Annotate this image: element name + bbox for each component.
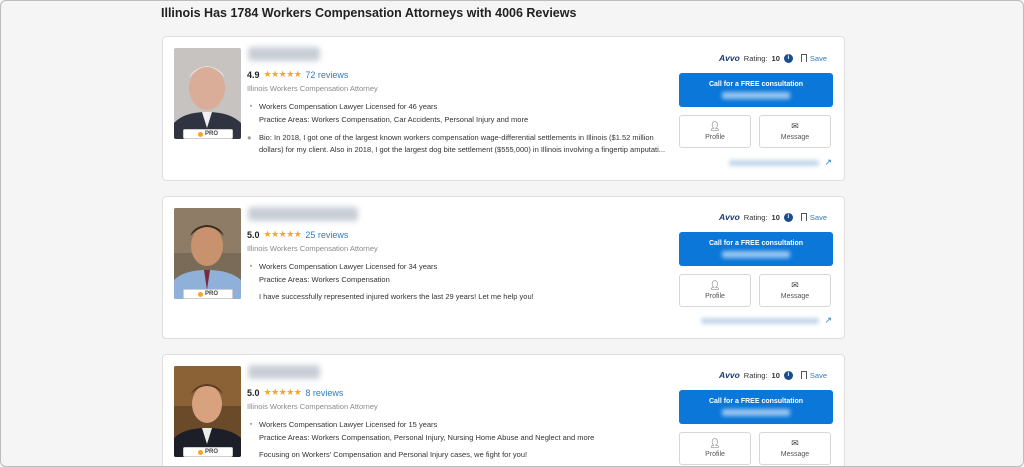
attorney-subtitle: Illinois Workers Compensation Attorney xyxy=(247,244,378,253)
rating-value: 5.0 xyxy=(247,229,260,240)
profile-button[interactable]: 👤︎ Profile xyxy=(679,115,751,148)
bookmark-icon xyxy=(800,371,807,379)
message-button[interactable]: ✉ Message xyxy=(759,274,831,307)
pro-badge: PRO xyxy=(183,447,233,457)
reviews-link[interactable]: 25 reviews xyxy=(305,230,348,240)
avvo-rating-row: Avvo Rating: 10 i Save xyxy=(718,53,827,63)
attorney-card: PRO 5.0 ★★★★★ 25 reviews Illinois Worker… xyxy=(162,196,845,339)
avvo-rating-row: Avvo Rating: 10 i Save xyxy=(718,212,827,222)
bio-text: I have successfully represented injured … xyxy=(259,292,534,301)
pro-badge: PRO xyxy=(183,289,233,299)
info-icon[interactable]: i xyxy=(783,212,793,222)
phone-number-blurred xyxy=(722,92,790,99)
website-link[interactable]: ↗ xyxy=(729,157,832,168)
avvo-rating-row: Avvo Rating: 10 i Save xyxy=(718,370,827,380)
briefcase-icon: ▪ xyxy=(249,103,253,110)
info-icon[interactable]: i xyxy=(783,53,793,63)
envelope-icon: ✉ xyxy=(791,438,799,448)
attorney-photo[interactable] xyxy=(174,366,241,457)
attorney-name-blurred[interactable] xyxy=(248,47,320,61)
avvo-logo: Avvo xyxy=(718,212,740,222)
briefcase-icon: ▪ xyxy=(249,421,253,428)
phone-number-blurred xyxy=(722,409,790,416)
envelope-icon: ✉ xyxy=(791,280,799,290)
rating-row: 5.0 ★★★★★ 25 reviews xyxy=(247,229,348,240)
bookmark-icon xyxy=(800,54,807,62)
free-consultation-button[interactable]: Call for a FREE consultation xyxy=(679,232,833,266)
avvo-rating-value: 10 xyxy=(771,370,780,380)
attorney-photo[interactable] xyxy=(174,48,241,139)
external-link-icon[interactable]: ↗ xyxy=(824,157,832,168)
rating-row: 5.0 ★★★★★ 8 reviews xyxy=(247,387,343,398)
attorney-name-blurred[interactable] xyxy=(248,207,358,221)
profile-button[interactable]: 👤︎ Profile xyxy=(679,274,751,307)
avvo-logo: Avvo xyxy=(718,370,740,380)
avvo-rating-value: 10 xyxy=(771,212,780,222)
attorney-card: PRO 4.9 ★★★★★ 72 reviews Illinois Worker… xyxy=(162,36,845,181)
save-button[interactable]: Save xyxy=(800,213,827,222)
free-consultation-button[interactable]: Call for a FREE consultation xyxy=(679,390,833,424)
envelope-icon: ✉ xyxy=(791,121,799,131)
rating-row: 4.9 ★★★★★ 72 reviews xyxy=(247,69,348,80)
attorney-card: PRO 5.0 ★★★★★ 8 reviews Illinois Workers… xyxy=(162,354,845,466)
licensed-line: ▪ Workers Compensation Lawyer Licensed f… xyxy=(247,420,438,429)
licensed-line: ▪ Workers Compensation Lawyer Licensed f… xyxy=(247,102,438,111)
profile-button[interactable]: 👤︎ Profile xyxy=(679,432,751,465)
message-button[interactable]: ✉ Message xyxy=(759,432,831,465)
rating-value: 4.9 xyxy=(247,69,260,80)
bio-text: ● Bio: In 2018, I got one of the largest… xyxy=(247,133,666,154)
star-rating-icon: ★★★★★ xyxy=(263,229,302,239)
reviews-link[interactable]: 72 reviews xyxy=(305,70,348,80)
free-consultation-button[interactable]: Call for a FREE consultation xyxy=(679,73,833,107)
attorney-photo[interactable] xyxy=(174,208,241,299)
star-rating-icon: ★★★★★ xyxy=(263,387,302,397)
licensed-line: ▪ Workers Compensation Lawyer Licensed f… xyxy=(247,262,438,271)
attorney-subtitle: Illinois Workers Compensation Attorney xyxy=(247,84,378,93)
avvo-logo: Avvo xyxy=(718,53,740,63)
practice-areas: Practice Areas: Workers Compensation, Pe… xyxy=(259,433,595,442)
practice-areas: Practice Areas: Workers Compensation, Ca… xyxy=(259,115,529,124)
website-link[interactable]: ↗ xyxy=(701,315,832,326)
pro-badge: PRO xyxy=(183,129,233,139)
bookmark-icon xyxy=(800,213,807,221)
user-icon: 👤︎ xyxy=(709,438,721,448)
avvo-rating-value: 10 xyxy=(771,53,780,63)
phone-number-blurred xyxy=(722,251,790,258)
practice-areas: Practice Areas: Workers Compensation xyxy=(259,275,390,284)
external-link-icon[interactable]: ↗ xyxy=(824,315,832,326)
rating-value: 5.0 xyxy=(247,387,260,398)
attorney-name-blurred[interactable] xyxy=(248,365,320,379)
bio-text: Focusing on Workers' Compensation and Pe… xyxy=(259,450,528,459)
page-title: Illinois Has 1784 Workers Compensation A… xyxy=(161,6,577,20)
save-button[interactable]: Save xyxy=(800,54,827,63)
website-url-blurred xyxy=(729,159,820,166)
website-url-blurred xyxy=(701,317,820,324)
reviews-link[interactable]: 8 reviews xyxy=(305,388,343,398)
person-icon: ● xyxy=(247,133,252,142)
user-icon: 👤︎ xyxy=(709,280,721,290)
attorney-subtitle: Illinois Workers Compensation Attorney xyxy=(247,402,378,411)
save-button[interactable]: Save xyxy=(800,371,827,380)
star-rating-icon: ★★★★★ xyxy=(263,69,302,79)
user-icon: 👤︎ xyxy=(709,121,721,131)
browser-viewport: Illinois Has 1784 Workers Compensation A… xyxy=(0,0,1024,467)
info-icon[interactable]: i xyxy=(783,370,793,380)
message-button[interactable]: ✉ Message xyxy=(759,115,831,148)
briefcase-icon: ▪ xyxy=(249,263,253,270)
